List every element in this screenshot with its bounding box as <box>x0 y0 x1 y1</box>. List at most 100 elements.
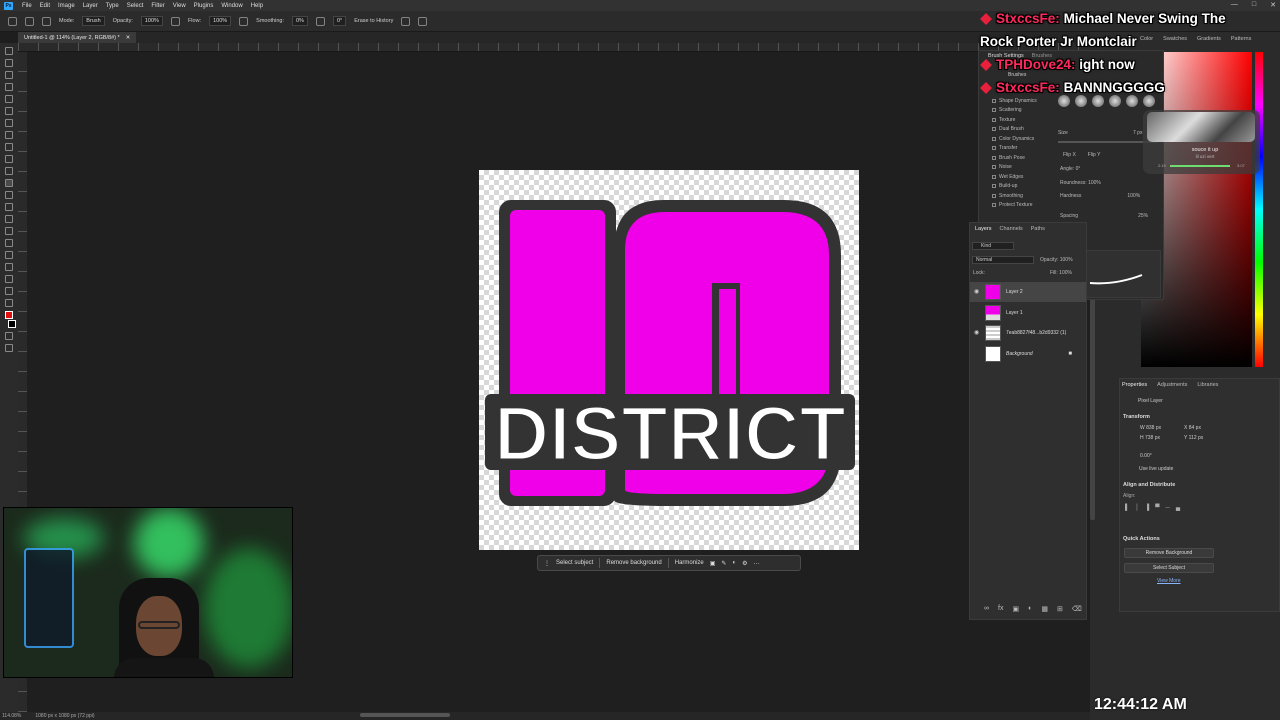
marquee-tool-icon[interactable] <box>5 59 13 67</box>
layer-row[interactable]: ◉ Layer 2 <box>970 282 1086 302</box>
adjustment-layer-icon[interactable]: ◐ <box>1028 605 1032 613</box>
brush-setting-checkbox[interactable] <box>992 184 996 189</box>
screen-mode-icon[interactable] <box>5 344 13 352</box>
height-field[interactable]: H 738 px <box>1140 435 1184 441</box>
object-select-tool-icon[interactable] <box>5 83 13 91</box>
eraser-tool-preset-icon[interactable] <box>25 16 34 26</box>
tab-paths[interactable]: Paths <box>1031 226 1045 232</box>
zoom-tool-icon[interactable] <box>5 287 13 295</box>
eraser-tool-icon[interactable] <box>5 179 13 187</box>
gradient-tool-icon[interactable] <box>5 191 13 199</box>
brush-setting-item[interactable]: Texture <box>992 115 1052 125</box>
mode-select[interactable]: Brush <box>82 16 105 26</box>
hand-tool-icon[interactable] <box>5 275 13 283</box>
eyedropper-tool-icon[interactable] <box>5 119 13 127</box>
crop-tool-icon[interactable] <box>5 95 13 103</box>
layer-row[interactable]: Layer 1 <box>970 303 1086 323</box>
quick-actions-header[interactable]: Quick Actions <box>1123 536 1160 542</box>
layer-row[interactable]: ◉ 7eab8827f48...b2d9332 (1) <box>970 323 1086 343</box>
smoothing-field[interactable]: 0% <box>291 16 308 26</box>
photoshop-logo-icon[interactable]: Ps <box>4 1 13 10</box>
layer-name[interactable]: 7eab8827f48...b2d9332 (1) <box>1006 330 1066 336</box>
tab-layers[interactable]: Layers <box>975 226 992 232</box>
menu-window[interactable]: Window <box>217 3 246 9</box>
move-tool-icon[interactable] <box>5 47 13 55</box>
layer-filter-kind[interactable]: Kind <box>972 242 1014 250</box>
airbrush-icon[interactable] <box>239 16 249 26</box>
pressure-size-icon[interactable] <box>401 16 411 26</box>
remove-background-qa-button[interactable]: Remove Background <box>1124 548 1214 558</box>
flip-x-checkbox[interactable]: Flip X <box>1063 152 1076 158</box>
spacing-value[interactable]: 25% <box>1138 213 1148 219</box>
type-tool-icon[interactable] <box>5 239 13 247</box>
eye-hidden-icon[interactable] <box>974 310 980 316</box>
select-subject-button[interactable]: Select subject <box>556 560 593 566</box>
background-color-swatch[interactable] <box>7 320 16 328</box>
drag-handle-icon[interactable]: ⋮ <box>544 560 550 567</box>
blend-mode-select[interactable]: Normal <box>972 256 1034 264</box>
menu-image[interactable]: Image <box>54 3 79 9</box>
align-section-header[interactable]: Align and Distribute <box>1123 482 1175 488</box>
menu-type[interactable]: Type <box>102 3 123 9</box>
new-group-icon[interactable]: ▦ <box>1041 605 1048 613</box>
mask-icon[interactable]: ◐ <box>732 560 736 566</box>
width-field[interactable]: W 838 px <box>1140 425 1184 431</box>
blur-tool-icon[interactable] <box>5 203 13 211</box>
dodge-tool-icon[interactable] <box>5 215 13 223</box>
document-size[interactable]: 1080 px x 1080 px (72 ppi) <box>35 713 94 719</box>
x-field[interactable]: X 84 px <box>1184 425 1228 431</box>
pen-icon[interactable]: ✎ <box>721 560 726 567</box>
layer-name[interactable]: Layer 1 <box>1006 310 1023 316</box>
tab-properties[interactable]: Properties <box>1122 382 1147 388</box>
brush-setting-item[interactable]: Protect Texture <box>992 201 1052 211</box>
y-field[interactable]: Y 112 px <box>1184 435 1228 441</box>
symmetry-icon[interactable] <box>418 16 428 26</box>
more-tools-icon[interactable] <box>5 299 13 307</box>
menu-help[interactable]: Help <box>247 3 267 9</box>
brush-setting-item[interactable]: Transfer <box>992 144 1052 154</box>
brush-setting-checkbox[interactable] <box>992 203 996 208</box>
hardness-value[interactable]: 100% <box>1127 193 1140 199</box>
document-tab[interactable]: Untitled-1 @ 114% (Layer 2, RGB/8#) * ✕ <box>18 32 137 43</box>
align-top-icon[interactable]: ▀ <box>1155 505 1159 511</box>
align-center-icon[interactable]: │ <box>1135 505 1139 511</box>
lasso-tool-icon[interactable] <box>5 71 13 79</box>
remove-background-button[interactable]: Remove background <box>606 560 661 566</box>
link-layers-icon[interactable]: ∞ <box>984 605 989 613</box>
brush-angle-field[interactable]: Angle: 0° <box>1060 166 1080 172</box>
brush-setting-checkbox[interactable] <box>992 193 996 198</box>
brush-setting-checkbox[interactable] <box>992 174 996 179</box>
brush-preset-icon[interactable] <box>42 16 51 26</box>
view-more-link[interactable]: View More <box>1157 578 1181 584</box>
add-mask-icon[interactable]: ▣ <box>1012 605 1019 613</box>
brush-setting-checkbox[interactable] <box>992 146 996 151</box>
menu-edit[interactable]: Edit <box>36 3 54 9</box>
tab-libraries[interactable]: Libraries <box>1197 382 1218 388</box>
brush-setting-checkbox[interactable] <box>992 155 996 160</box>
fx-icon[interactable]: fx <box>998 605 1003 613</box>
flow-field[interactable]: 100% <box>209 16 232 26</box>
rectangle-tool-icon[interactable] <box>5 263 13 271</box>
brush-setting-item[interactable]: Brush Pose <box>992 153 1052 163</box>
angle-field[interactable]: 0° <box>332 16 347 26</box>
menu-view[interactable]: View <box>169 3 190 9</box>
path-select-tool-icon[interactable] <box>5 251 13 259</box>
home-icon[interactable] <box>8 16 17 26</box>
flip-y-checkbox[interactable]: Flip Y <box>1088 152 1101 158</box>
brush-setting-item[interactable]: Noise <box>992 163 1052 173</box>
layer-row[interactable]: Background ■ <box>970 344 1086 364</box>
foreground-color-swatch[interactable] <box>5 311 13 319</box>
tab-channels[interactable]: Channels <box>1000 226 1023 232</box>
brush-tool-icon[interactable] <box>5 143 13 151</box>
brush-setting-checkbox[interactable] <box>992 165 996 170</box>
healing-brush-tool-icon[interactable] <box>5 131 13 139</box>
brush-setting-checkbox[interactable] <box>992 117 996 122</box>
clone-stamp-tool-icon[interactable] <box>5 155 13 163</box>
select-subject-qa-button[interactable]: Select Subject <box>1124 563 1214 573</box>
rotation-field[interactable]: 0.00° <box>1140 453 1152 459</box>
brush-setting-item[interactable]: Dual Brush <box>992 125 1052 135</box>
layer-opacity-field[interactable]: Opacity: 100% <box>1040 257 1073 263</box>
brush-setting-checkbox[interactable] <box>992 136 996 141</box>
quick-mask-icon[interactable] <box>5 332 13 340</box>
layer-fill-field[interactable]: Fill: 100% <box>1050 270 1072 276</box>
